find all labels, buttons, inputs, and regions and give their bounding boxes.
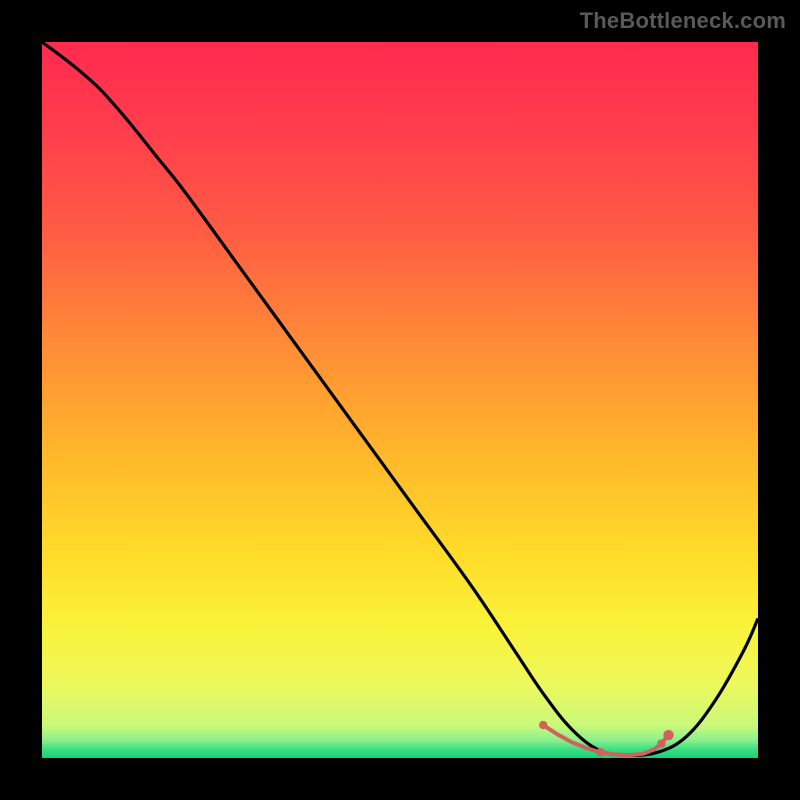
highlight-dots-group bbox=[539, 721, 674, 757]
watermark-text: TheBottleneck.com bbox=[580, 8, 786, 34]
plot-area bbox=[42, 42, 758, 758]
chart-frame: TheBottleneck.com bbox=[0, 0, 800, 800]
highlight-dot bbox=[657, 739, 665, 747]
highlight-dot bbox=[663, 730, 673, 740]
highlight-dot bbox=[596, 748, 604, 756]
highlight-segment bbox=[543, 725, 668, 755]
highlight-dot bbox=[539, 721, 547, 729]
bottleneck-curve bbox=[42, 42, 758, 755]
curve-layer bbox=[42, 42, 758, 758]
